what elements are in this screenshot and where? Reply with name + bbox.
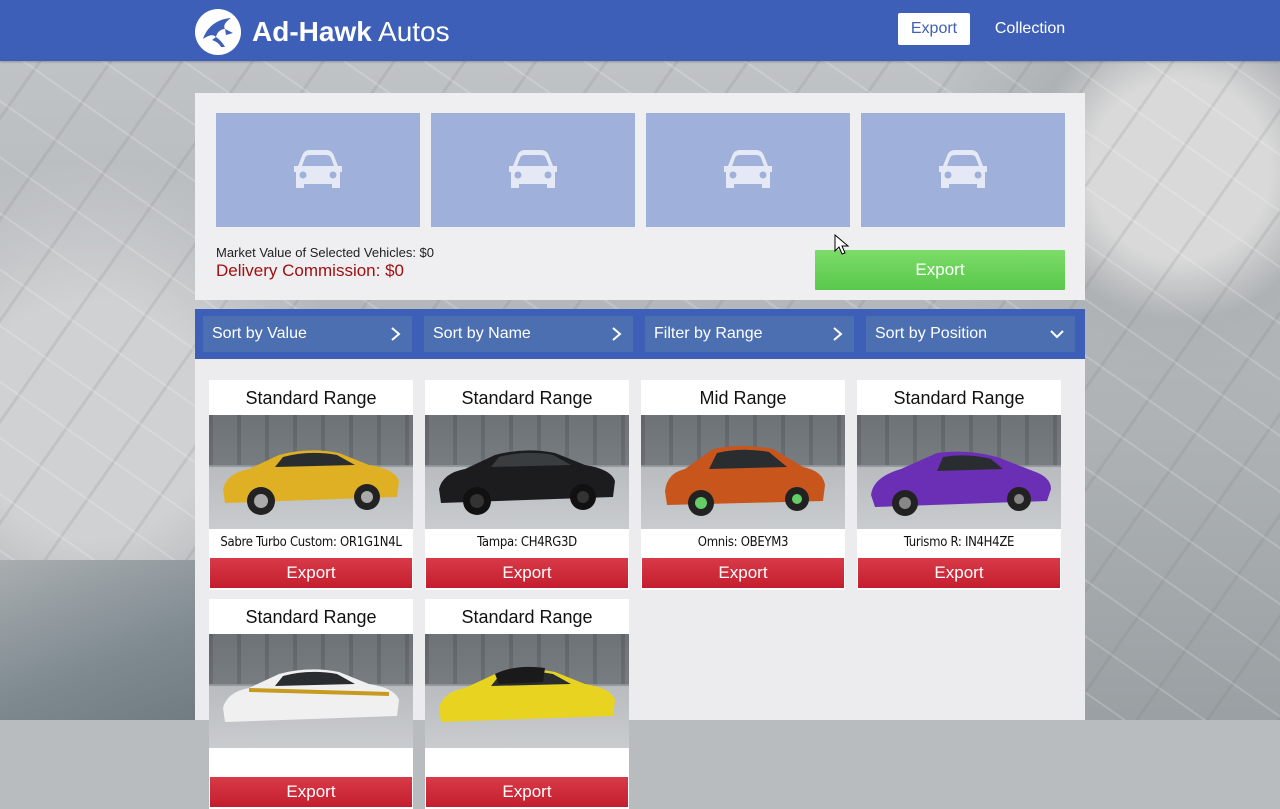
brand-name-bold: Ad-Hawk <box>252 16 372 47</box>
brand-title: Ad-Hawk Autos <box>252 14 450 50</box>
vehicle-name: Sabre Turbo Custom: OR1G1N4L <box>220 535 402 550</box>
vehicle-name: Tampa: CH4RG3D <box>477 535 577 550</box>
vehicle-range: Standard Range <box>245 388 377 408</box>
sort-by-value-button[interactable]: Sort by Value <box>203 316 412 352</box>
sort-by-name-button[interactable]: Sort by Name <box>424 316 633 352</box>
vehicle-export-button[interactable]: Export <box>210 777 412 807</box>
nav-export-button[interactable]: Export <box>898 13 970 45</box>
filter-label: Filter by Range <box>654 325 763 342</box>
filter-label: Sort by Name <box>433 325 531 342</box>
vehicle-card: Mid Range Omnis: OBEYM3 Export <box>641 380 845 590</box>
vehicle-slot-4[interactable] <box>861 113 1065 227</box>
brand-name-light: Autos <box>378 16 450 47</box>
export-selected-button[interactable]: Export <box>815 250 1065 290</box>
vehicle-export-button[interactable]: Export <box>642 558 844 588</box>
vehicle-range: Standard Range <box>245 607 377 627</box>
car-placeholder-icon <box>939 150 987 188</box>
vehicle-export-button[interactable]: Export <box>210 558 412 588</box>
vehicle-image <box>209 415 413 529</box>
vehicle-range: Standard Range <box>461 388 593 408</box>
car-placeholder-icon <box>724 150 772 188</box>
vehicle-slot-3[interactable] <box>646 113 850 227</box>
vehicle-card: Standard Range Tampa: CH4RG3D Export <box>425 380 629 590</box>
vehicle-range: Mid Range <box>699 388 787 408</box>
car-placeholder-icon <box>294 150 342 188</box>
hawk-logo-icon <box>195 9 241 55</box>
sort-by-position-button[interactable]: Sort by Position <box>866 316 1075 352</box>
car-placeholder-icon <box>509 150 557 188</box>
vehicle-range: Standard Range <box>893 388 1025 408</box>
vehicle-card: Standard Range Turismo R: IN4H4ZE Export <box>857 380 1061 590</box>
market-value-text: Market Value of Selected Vehicles: $0 <box>216 245 434 260</box>
nav-collection-link[interactable]: Collection <box>985 13 1075 45</box>
vehicle-image <box>857 415 1061 529</box>
vehicle-name: Turismo R: IN4H4ZE <box>903 535 1015 550</box>
chevron-right-icon <box>391 327 401 341</box>
vehicle-name: Omnis: OBEYM3 <box>697 535 789 550</box>
vehicle-card: Standard Range Export <box>209 599 413 809</box>
filter-bar: Sort by Value Sort by Name Filter by Ran… <box>195 309 1085 359</box>
filter-label: Sort by Position <box>875 325 988 342</box>
vehicle-card: Standard Range Export <box>425 599 629 809</box>
vehicle-slot-2[interactable] <box>431 113 635 227</box>
vehicle-export-button[interactable]: Export <box>426 558 628 588</box>
mouse-cursor-icon <box>834 234 850 255</box>
filter-by-range-button[interactable]: Filter by Range <box>645 316 854 352</box>
vehicle-slot-1[interactable] <box>216 113 420 227</box>
vehicle-image <box>209 634 413 748</box>
filter-label: Sort by Value <box>212 325 307 342</box>
vehicle-image <box>425 634 629 748</box>
selection-panel: Market Value of Selected Vehicles: $0 De… <box>195 93 1085 300</box>
vehicle-range: Standard Range <box>461 607 593 627</box>
vehicle-image <box>425 415 629 529</box>
vehicle-export-button[interactable]: Export <box>858 558 1060 588</box>
map-water <box>0 560 210 720</box>
top-header: Ad-Hawk Autos Export Collection <box>0 0 1280 61</box>
chevron-down-icon <box>1050 330 1064 339</box>
vehicle-image <box>641 415 845 529</box>
delivery-commission-text: Delivery Commission: $0 <box>216 261 404 280</box>
vehicle-card: Standard Range Sabre Turbo Custom: OR1G1… <box>209 380 413 590</box>
vehicle-list: Standard Range Sabre Turbo Custom: OR1G1… <box>195 359 1085 809</box>
vehicle-export-button[interactable]: Export <box>426 777 628 807</box>
chevron-right-icon <box>833 327 843 341</box>
chevron-right-icon <box>612 327 622 341</box>
